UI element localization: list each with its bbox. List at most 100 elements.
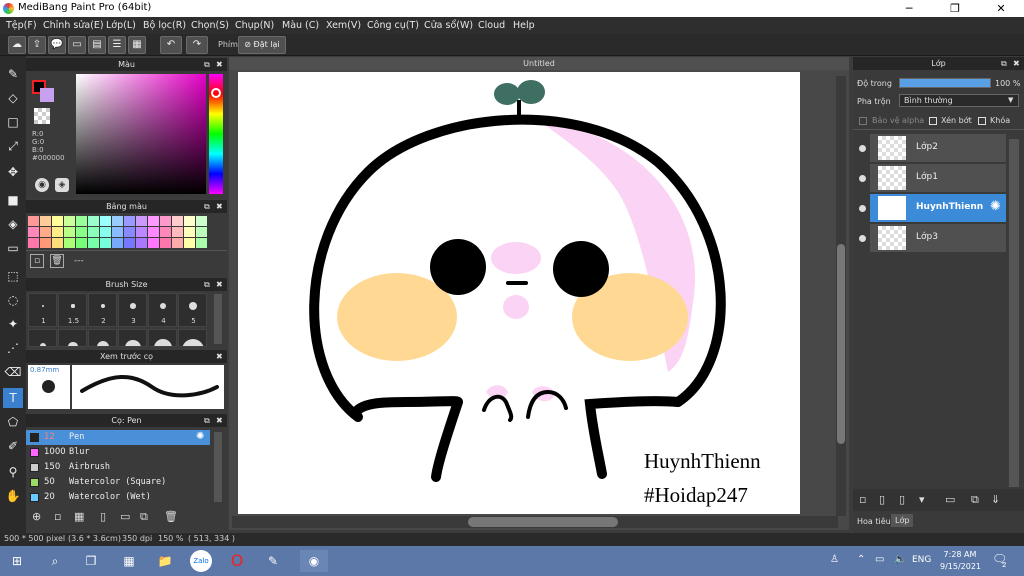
folder-icon[interactable]: ▭ <box>945 493 955 506</box>
menu-window[interactable]: Cửa sổ(W) <box>424 20 473 31</box>
brush-item[interactable]: 1000 Blur <box>26 445 210 460</box>
zalo-icon[interactable]: Zalo <box>190 550 212 572</box>
palette-swatch[interactable] <box>172 227 183 237</box>
close-icon[interactable]: ✖ <box>216 200 223 213</box>
search-icon[interactable]: ⌕ <box>44 550 66 572</box>
palette-swatch[interactable] <box>52 238 63 248</box>
file-explorer-icon[interactable]: 📁 <box>154 550 176 572</box>
palette-swatch[interactable] <box>172 238 183 248</box>
hand-tool-icon[interactable]: ✋ <box>3 486 23 506</box>
close-icon[interactable]: ✖ <box>216 414 223 427</box>
palette-swatch[interactable] <box>88 227 99 237</box>
brush-item[interactable]: 20 Watercolor (Wet) <box>26 490 210 505</box>
brush-size-cell[interactable]: 2 <box>88 293 117 327</box>
palette-swatch[interactable] <box>112 216 123 226</box>
menu-help[interactable]: Help <box>513 20 535 31</box>
layer-item-selected[interactable]: HuynhThienn ✺ <box>870 194 1006 222</box>
menu-cloud[interactable]: Cloud <box>478 20 505 31</box>
palette-swatch[interactable] <box>124 216 135 226</box>
close-icon[interactable]: ✖ <box>216 350 223 363</box>
menu-filter[interactable]: Bộ lọc(R) <box>143 20 186 31</box>
lasso-tool-icon[interactable]: ◌ <box>3 290 23 310</box>
horizontal-scrollbar[interactable] <box>232 516 838 528</box>
blend-mode-select[interactable]: Bình thường ▼ <box>899 94 1019 107</box>
palette-swatch[interactable] <box>28 216 39 226</box>
palette-swatch[interactable] <box>148 216 159 226</box>
palette-swatch[interactable] <box>136 238 147 248</box>
new-palette-icon[interactable]: ▫ <box>30 254 44 268</box>
document-icon[interactable]: ▤ <box>88 36 106 54</box>
palette-swatch[interactable] <box>76 238 87 248</box>
brush-size-cell[interactable] <box>88 329 117 347</box>
undo-icon[interactable]: ↶ <box>160 36 182 54</box>
close-icon[interactable]: ✖ <box>1013 57 1020 70</box>
palette-swatch[interactable] <box>148 238 159 248</box>
brush-size-cell[interactable]: 5 <box>178 293 207 327</box>
palette-swatch[interactable] <box>124 238 135 248</box>
palette-swatch[interactable] <box>76 227 87 237</box>
cloud-icon[interactable]: ☁ <box>8 36 26 54</box>
protect-alpha-checkbox[interactable] <box>859 117 867 125</box>
app-grid-icon[interactable]: ▦ <box>118 550 140 572</box>
message-icon[interactable]: ▭ <box>68 36 86 54</box>
drawing-canvas[interactable]: HuynhThienn #Hoidap247 <box>238 72 800 514</box>
palette-icon[interactable]: ◉ <box>35 178 49 192</box>
folder-icon[interactable]: ▭ <box>120 510 130 523</box>
brush-size-cell[interactable] <box>28 329 57 347</box>
palette-add-icon[interactable]: ◈ <box>55 178 69 192</box>
gradient-tool-icon[interactable]: ▭ <box>3 238 23 258</box>
palette-swatch[interactable] <box>160 227 171 237</box>
dot-tool-icon[interactable]: ⤢ <box>3 136 23 156</box>
fill-rect-tool-icon[interactable]: ■ <box>3 190 23 210</box>
palette-swatch[interactable] <box>100 227 111 237</box>
palette-swatch[interactable] <box>76 216 87 226</box>
chevron-up-icon[interactable]: ⌃ <box>857 554 865 565</box>
brush-size-cell[interactable] <box>58 329 87 347</box>
brush-size-cell[interactable]: 4 <box>148 293 177 327</box>
palette-swatch[interactable] <box>64 238 75 248</box>
close-button[interactable]: ✕ <box>978 0 1024 17</box>
clipping-checkbox[interactable] <box>929 117 937 125</box>
opacity-slider[interactable] <box>899 78 991 88</box>
menu-tools[interactable]: Công cụ(T) <box>367 20 419 31</box>
layer-item[interactable]: Lớp1 <box>870 164 1006 192</box>
tab-navigator[interactable]: Hoa tiêu <box>857 517 891 526</box>
hue-slider[interactable] <box>209 74 223 194</box>
menu-layer[interactable]: Lớp(L) <box>106 20 136 31</box>
battery-icon[interactable]: ▭ <box>875 554 884 565</box>
paint-app-icon[interactable]: ✎ <box>262 550 284 572</box>
lock-checkbox[interactable] <box>978 117 986 125</box>
undock-icon[interactable]: ⧉ <box>204 278 210 291</box>
duplicate-layer-icon[interactable]: ⧉ <box>971 493 979 507</box>
close-icon[interactable]: ✖ <box>216 58 223 71</box>
gear-icon[interactable]: ✺ <box>196 431 204 442</box>
eye-icon[interactable] <box>859 175 866 182</box>
merge-layer-icon[interactable]: ⇓ <box>991 493 1000 506</box>
palette-swatch[interactable] <box>64 227 75 237</box>
minimize-button[interactable]: ─ <box>886 0 932 17</box>
brush-size-cell[interactable]: 1 <box>28 293 57 327</box>
share-icon[interactable]: ⇪ <box>28 36 46 54</box>
select-pen-tool-icon[interactable]: ⋰ <box>3 338 23 358</box>
new-8bit-layer-icon[interactable]: ▯ <box>899 493 905 506</box>
palette-swatch[interactable] <box>196 216 207 226</box>
vertical-scrollbar[interactable] <box>836 76 846 516</box>
background-color-swatch[interactable] <box>40 88 54 102</box>
move-tool-icon[interactable]: ✥ <box>3 162 23 182</box>
palette-swatch[interactable] <box>124 227 135 237</box>
delete-brush-icon[interactable]: 🗑 <box>164 510 178 523</box>
menu-capture[interactable]: Chụp(N) <box>235 20 274 31</box>
new-halftone-layer-icon[interactable]: ▯ <box>879 493 885 506</box>
opera-icon[interactable]: O <box>226 550 248 572</box>
magic-wand-tool-icon[interactable]: ✦ <box>3 314 23 334</box>
transparent-color-swatch[interactable] <box>34 108 50 124</box>
palette-swatch[interactable] <box>184 216 195 226</box>
layer-item[interactable]: Lớp3 <box>870 224 1006 252</box>
palette-swatch[interactable] <box>52 216 63 226</box>
undock-icon[interactable]: ⧉ <box>204 414 210 427</box>
hue-slider-handle[interactable] <box>211 88 221 98</box>
menu-file[interactable]: Tệp(F) <box>6 20 37 31</box>
brush-tool-icon[interactable]: ✎ <box>3 64 23 84</box>
windows-start-icon[interactable]: ⊞ <box>6 550 28 572</box>
new-folder-icon[interactable]: ▫ <box>54 510 61 523</box>
